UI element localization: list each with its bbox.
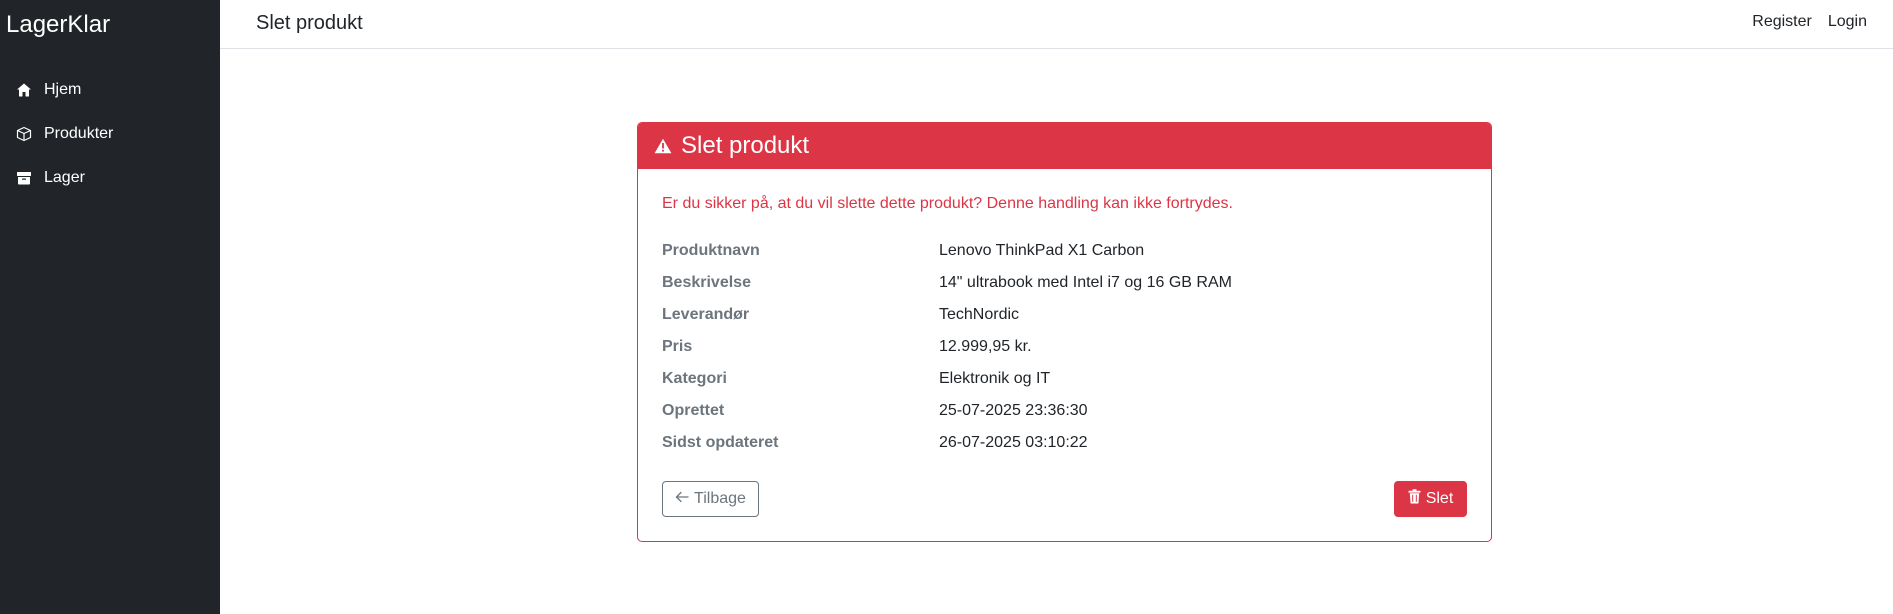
detail-label: Leverandør xyxy=(662,306,750,323)
detail-label: Pris xyxy=(662,338,693,355)
detail-label: Produktnavn xyxy=(662,242,760,259)
detail-label: Kategori xyxy=(662,370,727,387)
delete-button[interactable]: Slet xyxy=(1394,481,1467,517)
sidebar: LagerKlar Hjem Produkter Lager xyxy=(0,0,220,614)
detail-row: Kategori Elektronik og IT xyxy=(662,363,1468,395)
detail-value: 26-07-2025 03:10:22 xyxy=(939,434,1088,451)
sidebar-item-label: Hjem xyxy=(44,81,82,98)
top-nav: Register Login xyxy=(1752,13,1867,31)
detail-value: Lenovo ThinkPad X1 Carbon xyxy=(939,242,1145,259)
detail-row: Produktnavn Lenovo ThinkPad X1 Carbon xyxy=(662,235,1468,267)
detail-row: Sidst opdateret 26-07-2025 03:10:22 xyxy=(662,427,1468,459)
sidebar-item-produkter[interactable]: Produkter xyxy=(0,112,220,156)
card-title: Slet produkt xyxy=(681,132,810,159)
archive-icon xyxy=(15,169,33,187)
detail-row: Beskrivelse 14" ultrabook med Intel i7 o… xyxy=(662,267,1468,299)
detail-value: 14" ultrabook med Intel i7 og 16 GB RAM xyxy=(939,274,1232,291)
brand-logo[interactable]: LagerKlar xyxy=(6,10,110,40)
detail-row: Pris 12.999,95 kr. xyxy=(662,331,1468,363)
back-button-label: Tilbage xyxy=(694,490,746,507)
sidebar-nav: Hjem Produkter Lager xyxy=(0,68,220,200)
detail-label: Oprettet xyxy=(662,402,725,419)
trash-icon xyxy=(1408,489,1421,509)
login-link[interactable]: Login xyxy=(1828,13,1867,31)
detail-row: Leverandør TechNordic xyxy=(662,299,1468,331)
detail-value: TechNordic xyxy=(939,306,1020,323)
sidebar-item-lager[interactable]: Lager xyxy=(0,156,220,200)
top-bar: Slet produkt Register Login xyxy=(220,0,1893,49)
page-title: Slet produkt xyxy=(256,12,363,34)
detail-row: Oprettet 25-07-2025 23:36:30 xyxy=(662,395,1468,427)
box-icon xyxy=(15,125,33,143)
product-details: Produktnavn Lenovo ThinkPad X1 Carbon Be… xyxy=(662,235,1468,459)
home-icon xyxy=(15,81,33,99)
delete-warning-text: Er du sikker på, at du vil slette dette … xyxy=(662,195,1233,212)
delete-button-label: Slet xyxy=(1425,490,1454,507)
sidebar-item-label: Lager xyxy=(44,169,85,186)
detail-value: 25-07-2025 23:36:30 xyxy=(939,402,1088,419)
card-body: Er du sikker på, at du vil slette dette … xyxy=(638,169,1491,541)
card-header: Slet produkt xyxy=(638,123,1491,169)
arrow-left-icon xyxy=(675,490,689,508)
detail-label: Beskrivelse xyxy=(662,274,751,291)
detail-value: 12.999,95 kr. xyxy=(939,338,1032,355)
delete-product-card: Slet produkt Er du sikker på, at du vil … xyxy=(637,122,1492,542)
warning-icon xyxy=(653,136,673,156)
detail-label: Sidst opdateret xyxy=(662,434,779,451)
back-button[interactable]: Tilbage xyxy=(662,481,759,517)
register-link[interactable]: Register xyxy=(1752,13,1812,31)
sidebar-item-hjem[interactable]: Hjem xyxy=(0,68,220,112)
sidebar-item-label: Produkter xyxy=(44,125,114,142)
detail-value: Elektronik og IT xyxy=(939,370,1051,387)
